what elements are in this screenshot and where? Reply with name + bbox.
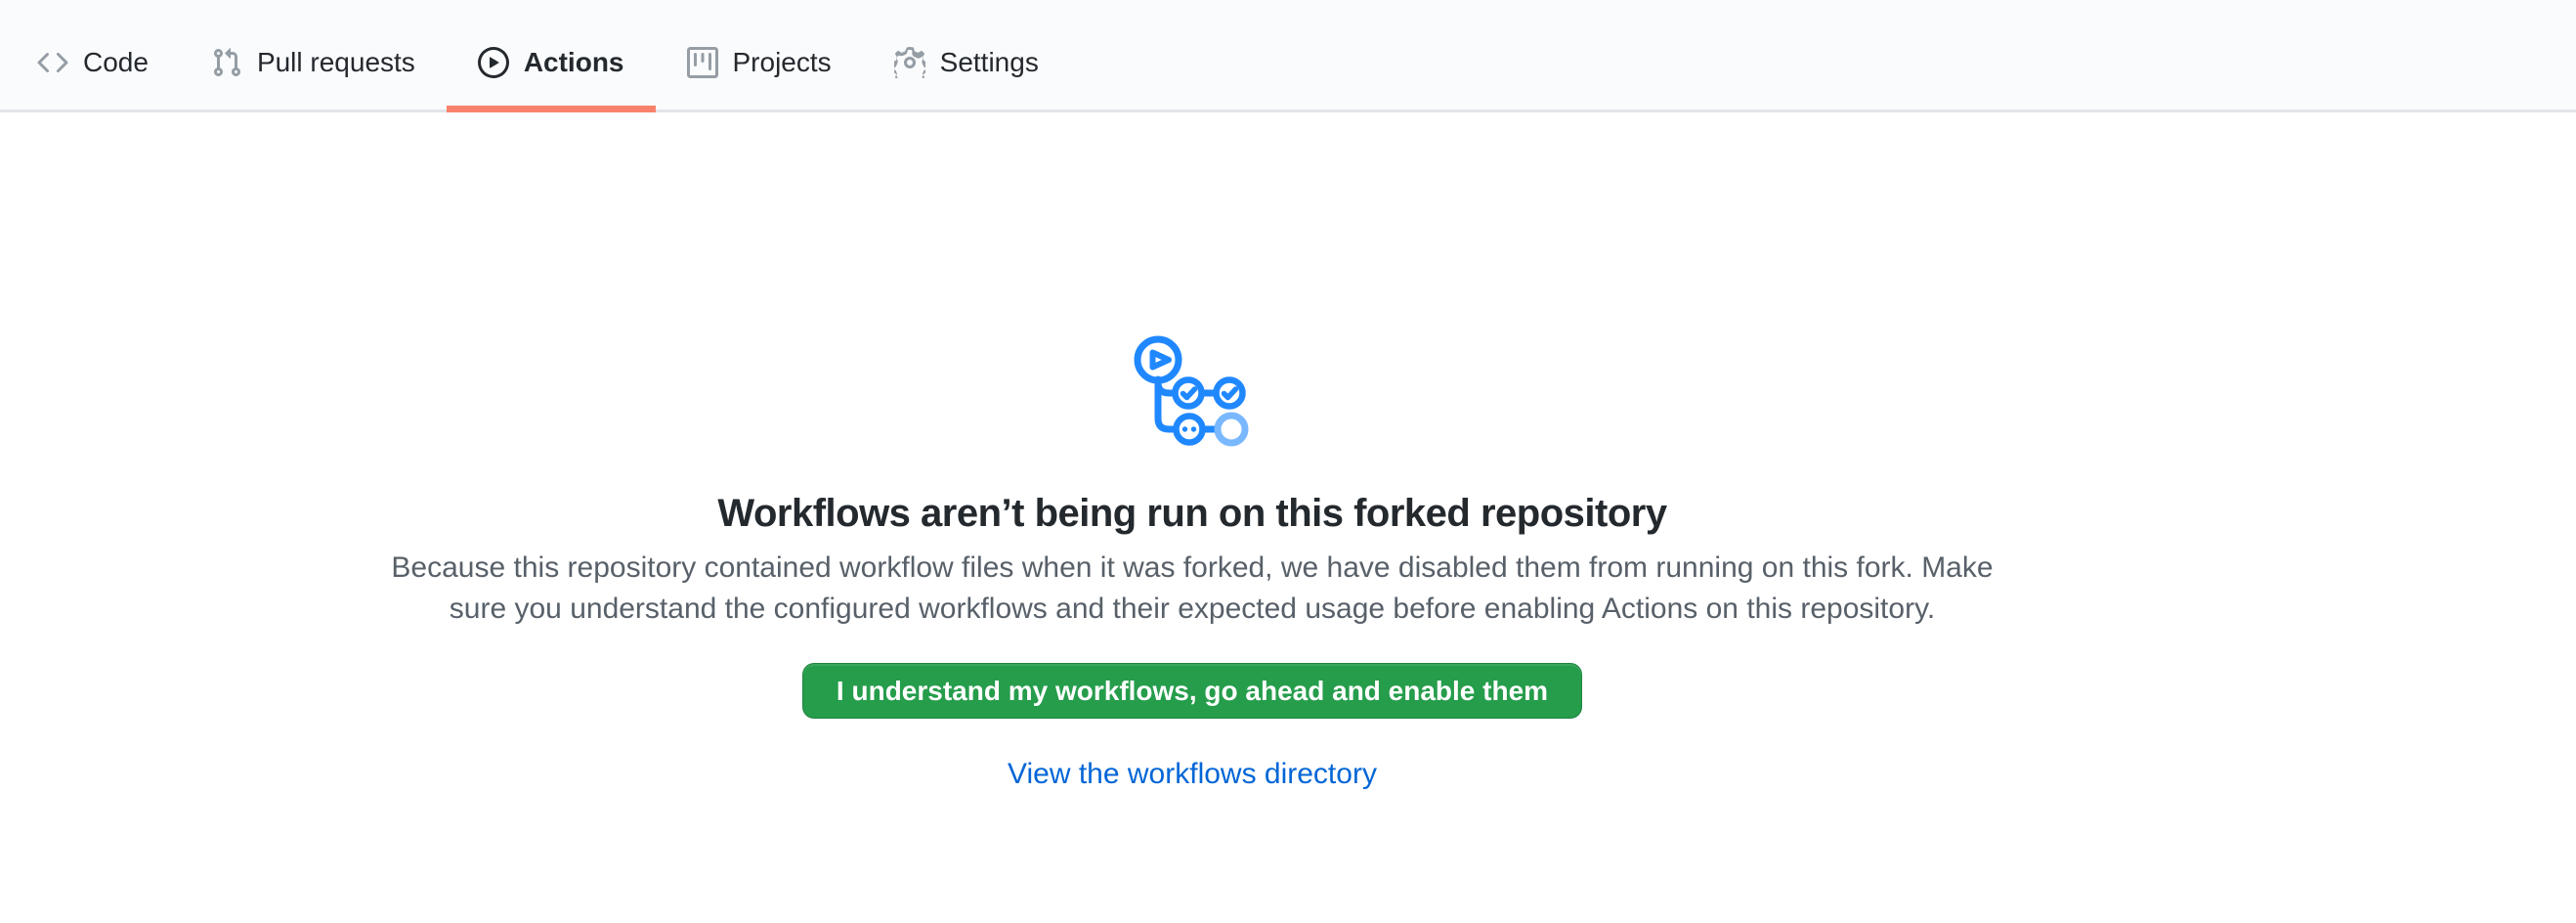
tab-label: Projects bbox=[733, 49, 832, 76]
actions-blankslate: Workflows aren’t being run on this forke… bbox=[0, 112, 2384, 791]
tab-pull-requests[interactable]: Pull requests bbox=[180, 16, 447, 110]
tab-settings[interactable]: Settings bbox=[863, 16, 1070, 110]
tab-label: Settings bbox=[940, 49, 1039, 76]
tab-projects[interactable]: Projects bbox=[656, 16, 863, 110]
blankslate-description: Because this repository contained workfl… bbox=[391, 548, 1994, 630]
project-icon bbox=[687, 47, 718, 78]
git-pull-request-icon bbox=[211, 47, 242, 78]
tab-label: Code bbox=[83, 49, 149, 76]
blankslate-title: Workflows aren’t being run on this forke… bbox=[0, 492, 2384, 536]
play-icon bbox=[478, 47, 509, 78]
tab-code[interactable]: Code bbox=[6, 16, 180, 110]
tab-label: Actions bbox=[524, 49, 624, 76]
gear-icon bbox=[894, 47, 925, 78]
code-icon bbox=[37, 47, 68, 78]
actions-workflow-icon bbox=[1134, 330, 1251, 448]
tab-label: Pull requests bbox=[257, 49, 415, 76]
enable-workflows-button[interactable]: I understand my workflows, go ahead and … bbox=[802, 663, 1582, 719]
view-workflows-directory-link[interactable]: View the workflows directory bbox=[1008, 758, 1377, 791]
repo-nav: Code Pull requests Actions Projects Sett… bbox=[0, 0, 2576, 112]
tab-actions[interactable]: Actions bbox=[447, 16, 656, 110]
